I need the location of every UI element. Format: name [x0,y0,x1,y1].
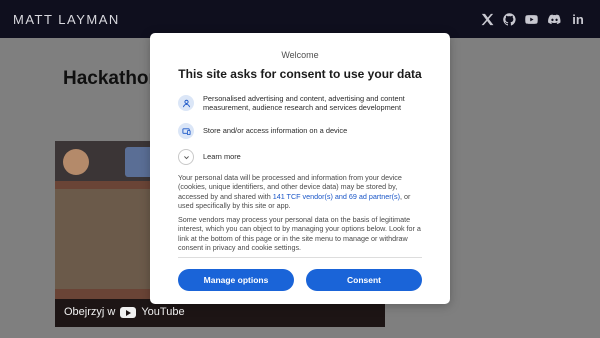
dialog-divider [178,257,422,258]
dialog-heading: This site asks for consent to use your d… [178,67,422,81]
consent-button[interactable]: Consent [306,269,422,291]
purpose-device-storage: Store and/or access information on a dev… [178,123,428,139]
manage-options-button[interactable]: Manage options [178,269,294,291]
watch-label: Obejrzyj w [64,306,116,318]
consent-details-scroll[interactable]: Your personal data will be processed and… [178,173,424,257]
youtube-logo-icon [120,306,137,318]
device-icon [178,123,194,139]
video-thumbnail-panel [55,189,150,289]
channel-avatar[interactable] [63,149,89,175]
platform-label: YouTube [141,306,185,318]
purpose-personalised-ads: Personalised advertising and content, ad… [178,94,428,113]
discord-icon[interactable] [545,10,563,28]
legitimate-interest-paragraph: Some vendors may process your personal d… [178,215,421,253]
chevron-down-icon[interactable] [178,149,194,165]
data-processing-paragraph: Your personal data will be processed and… [178,173,424,210]
linkedin-icon[interactable]: in [569,10,587,28]
github-icon[interactable] [500,10,518,28]
site-brand[interactable]: MATT LAYMAN [13,12,120,27]
youtube-icon[interactable] [522,10,540,28]
dialog-welcome: Welcome [281,50,319,60]
x-icon[interactable] [478,10,496,28]
purpose-text: Store and/or access information on a dev… [203,126,348,136]
page-title: Hackathon [63,68,161,89]
purpose-text: Personalised advertising and content, ad… [203,94,405,113]
vendors-link[interactable]: 141 TCF vendor(s) and 69 ad partner(s) [273,192,400,201]
learn-more-row[interactable]: Learn more [178,149,428,165]
learn-more-label[interactable]: Learn more [203,152,241,161]
consent-dialog: Welcome This site asks for consent to us… [150,33,450,304]
person-icon [178,95,194,112]
watch-on-youtube[interactable]: Obejrzyj w YouTube [64,306,185,318]
